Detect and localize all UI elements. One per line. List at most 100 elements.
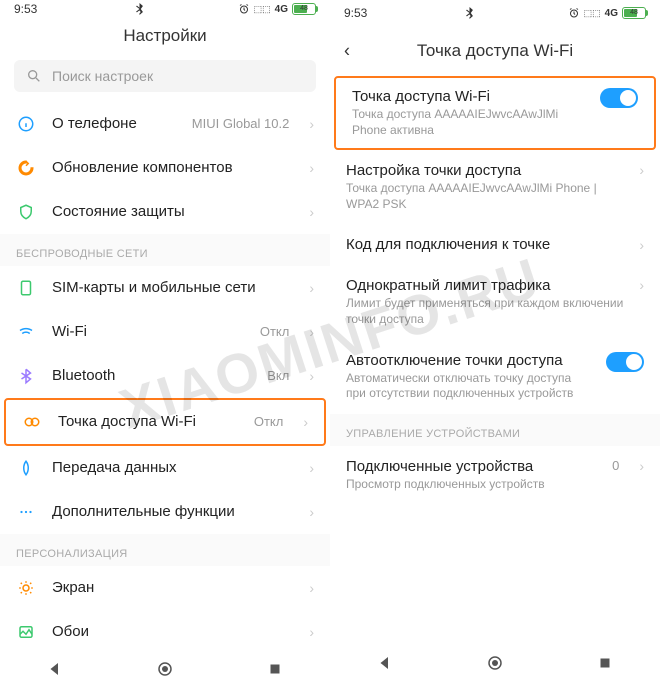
chevron-right-icon: › xyxy=(639,237,644,253)
shield-icon xyxy=(16,202,36,222)
auto-off-title: Автоотключение точки доступа xyxy=(346,352,590,369)
nav-recent[interactable] xyxy=(596,654,614,672)
bluetooth-value: Вкл xyxy=(267,368,289,383)
update-row[interactable]: Обновление компонентов › xyxy=(0,146,330,190)
page-header: ‹ Точка доступа Wi-Fi xyxy=(330,26,660,76)
about-value: MIUI Global 10.2 xyxy=(192,116,290,131)
chevron-right-icon: › xyxy=(639,277,644,293)
bluetooth-icon xyxy=(465,7,474,19)
chevron-right-icon: › xyxy=(309,324,314,340)
chevron-right-icon: › xyxy=(309,160,314,176)
security-label: Состояние защиты xyxy=(52,203,293,220)
back-button[interactable]: ‹ xyxy=(344,41,350,62)
nav-back[interactable] xyxy=(46,660,64,678)
nav-recent[interactable] xyxy=(266,660,284,678)
devices-count: 0 xyxy=(612,458,619,473)
setup-sub: Точка доступа AAAAAIEJwvcAAwJlMi Phone |… xyxy=(346,181,623,212)
wifi-label: Wi-Fi xyxy=(52,323,244,340)
chevron-right-icon: › xyxy=(303,414,308,430)
code-title: Код для подключения к точке xyxy=(346,236,623,253)
nav-back[interactable] xyxy=(376,654,394,672)
security-row[interactable]: Состояние защиты › xyxy=(0,190,330,234)
hotspot-value: Откл xyxy=(254,414,284,429)
setup-row[interactable]: Настройка точки доступа Точка доступа AA… xyxy=(330,150,660,224)
chevron-right-icon: › xyxy=(639,162,644,178)
sim-icon xyxy=(16,278,36,298)
bluetooth-row[interactable]: Bluetooth Вкл › xyxy=(0,354,330,398)
auto-off-toggle[interactable] xyxy=(606,352,644,372)
data-label: Передача данных xyxy=(52,459,293,476)
network-label: 4G xyxy=(275,4,288,15)
nav-home[interactable] xyxy=(156,660,174,678)
alarm-icon xyxy=(568,7,580,19)
auto-off-sub: Автоматически отключать точку доступа пр… xyxy=(346,371,590,402)
hotspot-label: Точка доступа Wi-Fi xyxy=(58,413,238,430)
data-icon xyxy=(16,458,36,478)
bluetooth-icon xyxy=(135,3,144,15)
wifi-row[interactable]: Wi-Fi Откл › xyxy=(0,310,330,354)
devices-title: Подключенные устройства xyxy=(346,458,596,475)
sim-row[interactable]: SIM-карты и мобильные сети › xyxy=(0,266,330,310)
about-label: О телефоне xyxy=(52,115,176,132)
chevron-right-icon: › xyxy=(309,280,314,296)
wifi-icon xyxy=(16,322,36,342)
wallpaper-label: Обои xyxy=(52,623,293,640)
auto-off-row[interactable]: Автоотключение точки доступа Автоматичес… xyxy=(330,340,660,414)
nav-bar xyxy=(0,654,330,685)
devices-sub: Просмотр подключенных устройств xyxy=(346,477,596,493)
search-icon xyxy=(26,68,42,84)
left-screen: 9:53 ⬚⬚ 4G 48 Настройки Поиск настроек О… xyxy=(0,0,330,685)
wallpaper-icon xyxy=(16,622,36,642)
network-label: 4G xyxy=(605,8,618,19)
chevron-right-icon: › xyxy=(309,504,314,520)
signal-icon: ⬚⬚ xyxy=(254,4,271,15)
nav-home[interactable] xyxy=(486,654,504,672)
signal-icon: ⬚⬚ xyxy=(584,8,601,19)
display-label: Экран xyxy=(52,579,293,596)
chevron-right-icon: › xyxy=(309,460,314,476)
more-label: Дополнительные функции xyxy=(52,503,293,520)
right-screen: 9:53 ⬚⬚ 4G 48 ‹ Точка доступа Wi-Fi Точк… xyxy=(330,0,660,685)
status-time: 9:53 xyxy=(344,6,367,20)
update-icon xyxy=(16,158,36,178)
wifi-value: Откл xyxy=(260,324,290,339)
section-wireless: БЕСПРОВОДНЫЕ СЕТИ xyxy=(0,234,330,266)
search-input[interactable]: Поиск настроек xyxy=(14,60,316,92)
limit-title: Однократный лимит трафика xyxy=(346,277,623,294)
chevron-right-icon: › xyxy=(309,580,314,596)
alarm-icon xyxy=(238,3,250,15)
sim-label: SIM-карты и мобильные сети xyxy=(52,279,293,296)
hotspot-row[interactable]: Точка доступа Wi-Fi Откл › xyxy=(4,398,326,446)
section-devices: УПРАВЛЕНИЕ УСТРОЙСТВАМИ xyxy=(330,414,660,446)
hotspot-toggle-row[interactable]: Точка доступа Wi-Fi Точка доступа AAAAAI… xyxy=(334,76,656,150)
limit-row[interactable]: Однократный лимит трафика Лимит будет пр… xyxy=(330,265,660,339)
display-row[interactable]: Экран › xyxy=(0,566,330,610)
wallpaper-row[interactable]: Обои › xyxy=(0,610,330,654)
display-icon xyxy=(16,578,36,598)
chevron-right-icon: › xyxy=(309,204,314,220)
devices-row[interactable]: Подключенные устройства Просмотр подключ… xyxy=(330,446,660,505)
limit-sub: Лимит будет применяться при каждом включ… xyxy=(346,296,623,327)
battery-icon: 48 xyxy=(292,3,316,15)
chevron-right-icon: › xyxy=(309,624,314,640)
nav-bar xyxy=(330,641,660,685)
hotspot-title: Точка доступа Wi-Fi xyxy=(352,88,584,105)
status-bar: 9:53 ⬚⬚ 4G 48 xyxy=(0,0,330,18)
chevron-right-icon: › xyxy=(309,116,314,132)
more-row[interactable]: Дополнительные функции › xyxy=(0,490,330,534)
battery-icon: 48 xyxy=(622,7,646,19)
about-row[interactable]: О телефоне MIUI Global 10.2 › xyxy=(0,102,330,146)
setup-title: Настройка точки доступа xyxy=(346,162,623,179)
search-placeholder: Поиск настроек xyxy=(52,68,153,84)
update-label: Обновление компонентов xyxy=(52,159,293,176)
code-row[interactable]: Код для подключения к точке › xyxy=(330,224,660,265)
page-title: Точка доступа Wi-Fi xyxy=(417,41,573,61)
status-time: 9:53 xyxy=(14,2,37,16)
bluetooth-label: Bluetooth xyxy=(52,367,251,384)
bluetooth-icon xyxy=(16,366,36,386)
hotspot-toggle[interactable] xyxy=(600,88,638,108)
data-row[interactable]: Передача данных › xyxy=(0,446,330,490)
hotspot-icon xyxy=(22,412,42,432)
section-personal: ПЕРСОНАЛИЗАЦИЯ xyxy=(0,534,330,566)
more-icon xyxy=(16,502,36,522)
